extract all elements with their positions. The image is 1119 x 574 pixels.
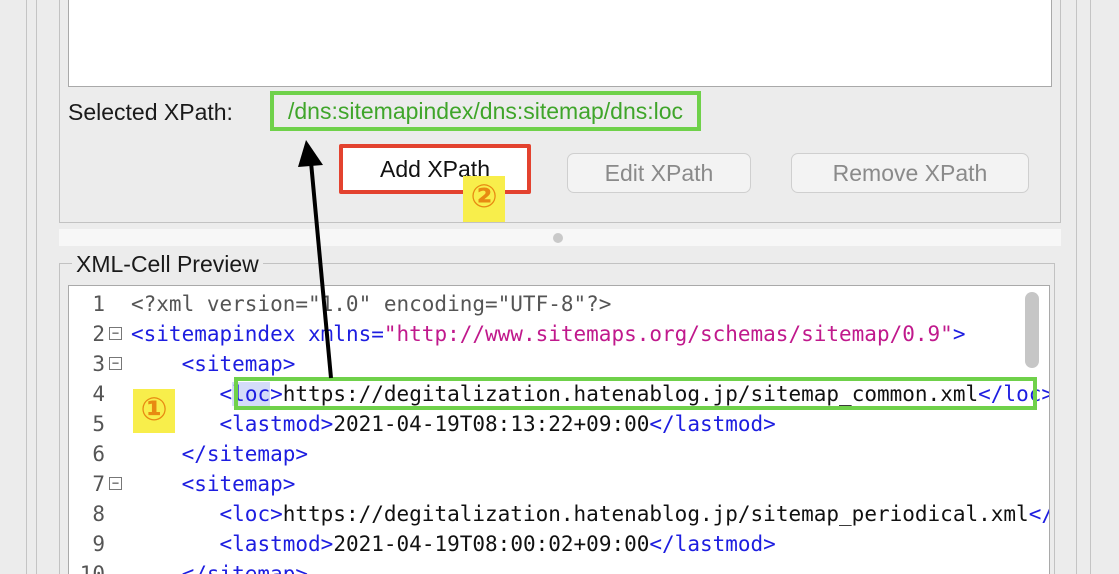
line-number: 8: [92, 502, 105, 526]
code-token: </lastmod>: [649, 412, 776, 436]
selected-xpath-label: Selected XPath:: [68, 99, 233, 125]
code-token: <?xml version="1.0" encoding="UTF-8"?>: [131, 292, 612, 316]
line-number: 2: [92, 322, 105, 346]
code-token: <lastmod>: [219, 532, 334, 556]
line-number: 6: [92, 442, 105, 466]
fold-toggle-icon[interactable]: −: [109, 357, 122, 370]
code-line[interactable]: 5 <lastmod>2021-04-19T08:13:22+09:00</la…: [69, 409, 1029, 439]
code-text: <loc>https://degitalization.hatenablog.j…: [131, 499, 1049, 529]
code-line[interactable]: 10 </sitemap>: [69, 559, 1029, 574]
line-number: 9: [92, 532, 105, 556]
code-token: <loc>: [219, 502, 283, 526]
line-number: 1: [92, 292, 105, 316]
code-text: <sitemap>: [131, 349, 296, 379]
code-text: <sitemapindex xmlns="http://www.sitemaps…: [131, 319, 965, 349]
code-token: </lastmod>: [649, 532, 776, 556]
code-token: "http://www.sitemaps.org/schemas/sitemap…: [383, 322, 953, 346]
code-token: <lastmod>: [219, 412, 334, 436]
code-text: <sitemap>: [131, 469, 296, 499]
line-number: 4: [92, 382, 105, 406]
code-line[interactable]: 6 </sitemap>: [69, 439, 1029, 469]
line-number: 7: [92, 472, 105, 496]
xpath-list[interactable]: [68, 0, 1052, 87]
code-token: https://degitalization.hatenablog.jp/sit…: [282, 502, 1029, 526]
code-token: <: [219, 382, 233, 406]
splitter[interactable]: [59, 229, 1061, 246]
code-line[interactable]: 7− <sitemap>: [69, 469, 1029, 499]
xml-code-editor[interactable]: 1 <?xml version="1.0" encoding="UTF-8"?> 2…: [68, 285, 1050, 574]
code-token: >: [952, 322, 966, 346]
fold-toggle-icon[interactable]: −: [109, 327, 122, 340]
remove-xpath-button[interactable]: Remove XPath: [791, 153, 1029, 193]
frame-border-left-inner: [36, 0, 37, 574]
code-token: <sitemap>: [181, 472, 296, 496]
splitter-handle-icon[interactable]: [553, 233, 563, 243]
code-text: <lastmod>2021-04-19T08:00:02+09:00</last…: [131, 529, 776, 559]
code-text: <?xml version="1.0" encoding="UTF-8"?>: [131, 289, 611, 319]
line-number: 10: [79, 562, 105, 574]
code-line[interactable]: 2− <sitemapindex xmlns="http://www.sitema…: [69, 319, 1029, 349]
app-window: Selected XPath: /dns:sitemapindex/dns:si…: [0, 0, 1119, 574]
line-number: 3: [92, 352, 105, 376]
frame-border-left: [26, 0, 27, 574]
step-2-badge: ②: [463, 176, 505, 222]
code-text: <lastmod>2021-04-19T08:13:22+09:00</last…: [131, 409, 776, 439]
edit-xpath-button[interactable]: Edit XPath: [567, 153, 751, 193]
step-1-badge: ①: [133, 389, 175, 433]
code-line[interactable]: 1 <?xml version="1.0" encoding="UTF-8"?>: [69, 289, 1029, 319]
code-token: </sitemap>: [181, 562, 309, 574]
frame-border-right: [1076, 0, 1077, 574]
fold-toggle-icon[interactable]: −: [109, 477, 122, 490]
frame-border-right-outer: [1090, 0, 1091, 574]
code-token: 2021-04-19T08:00:02+09:00: [333, 532, 650, 556]
code-token: <sitemapindex: [131, 322, 309, 346]
code-line[interactable]: 8 <loc>https://degitalization.hatenablog…: [69, 499, 1049, 529]
selected-xpath-value: /dns:sitemapindex/dns:sitemap/dns:loc: [270, 91, 702, 131]
loc-highlight-box: [234, 377, 1037, 410]
code-token: </sitemap>: [181, 442, 309, 466]
code-line[interactable]: 3− <sitemap>: [69, 349, 1029, 379]
code-token: <sitemap>: [181, 352, 296, 376]
code-token: xmlns=: [308, 322, 384, 346]
xpath-panel: Selected XPath: /dns:sitemapindex/dns:si…: [59, 0, 1061, 223]
code-text: </sitemap>: [131, 439, 308, 469]
code-token: </loc>: [1028, 502, 1049, 526]
line-number: 5: [92, 412, 105, 436]
code-token: 2021-04-19T08:13:22+09:00: [333, 412, 650, 436]
code-text: </sitemap>: [131, 559, 308, 574]
code-line[interactable]: 9 <lastmod>2021-04-19T08:00:02+09:00</la…: [69, 529, 1029, 559]
xml-preview-title: XML-Cell Preview: [72, 250, 263, 278]
